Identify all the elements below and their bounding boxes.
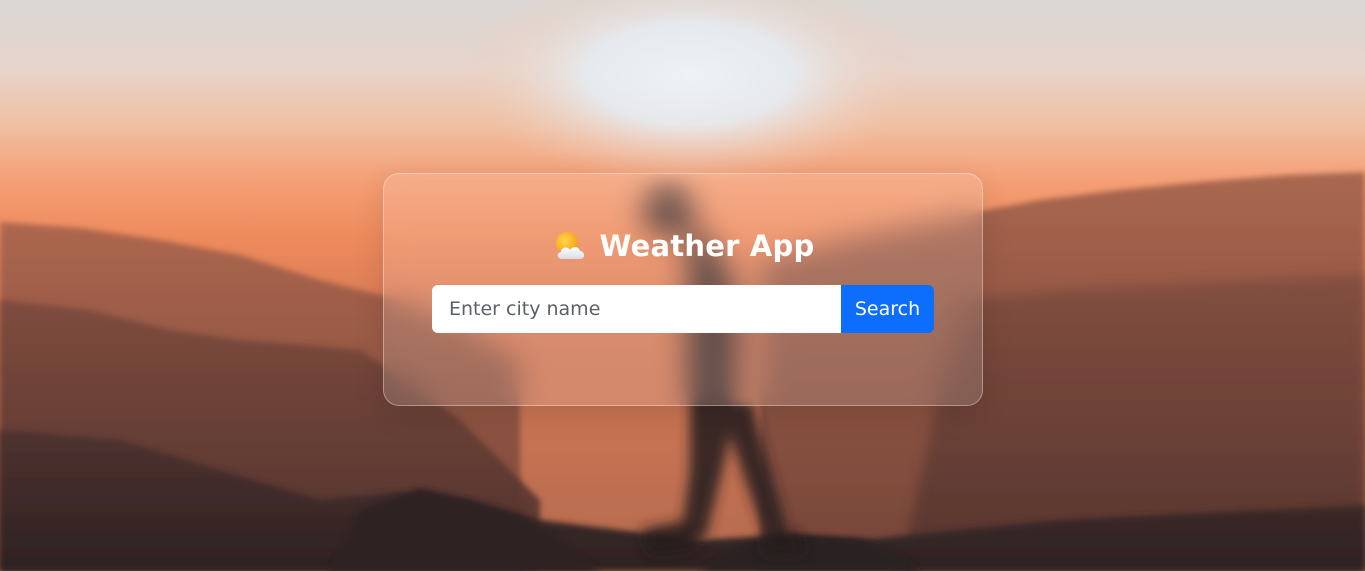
page-title: Weather App bbox=[384, 226, 982, 266]
city-search-input[interactable] bbox=[432, 285, 841, 333]
search-button[interactable]: Search bbox=[841, 285, 934, 333]
sun-behind-cloud-icon bbox=[552, 229, 588, 263]
weather-card: Weather App Search bbox=[383, 173, 983, 406]
app-title: Weather App bbox=[599, 229, 815, 263]
search-form: Search bbox=[432, 285, 934, 333]
